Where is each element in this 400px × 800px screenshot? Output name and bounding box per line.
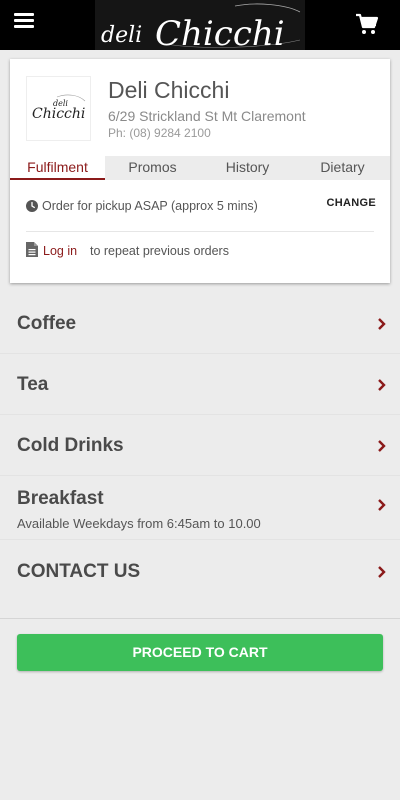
menu-item-breakfast[interactable]: Breakfast Available Weekdays from 6:45am… <box>0 476 400 540</box>
menu-item-cold-drinks[interactable]: Cold Drinks <box>0 415 400 476</box>
svg-text:Chicchi: Chicchi <box>32 106 85 122</box>
chevron-right-icon <box>377 498 387 512</box>
chevron-right-icon <box>377 439 387 453</box>
menu-item-label: Cold Drinks <box>17 435 124 456</box>
top-bar: deli Chicchi <box>0 0 400 50</box>
menu-item-label: Coffee <box>17 313 77 334</box>
menu-item-label: Tea <box>17 374 49 395</box>
menu-item-label: CONTACT US <box>17 561 141 582</box>
login-link[interactable]: Log in <box>43 244 77 258</box>
tab-dietary[interactable]: Dietary <box>295 156 390 180</box>
proceed-to-cart-button[interactable]: PROCEED TO CART <box>17 634 383 671</box>
tab-promos[interactable]: Promos <box>105 156 200 180</box>
tab-fulfilment[interactable]: Fulfilment <box>10 156 105 180</box>
hamburger-menu-icon[interactable] <box>14 13 34 29</box>
chevron-right-icon <box>377 565 387 579</box>
chevron-right-icon <box>377 378 387 392</box>
card-divider <box>26 231 374 232</box>
menu-item-tea[interactable]: Tea <box>0 354 400 415</box>
menu-item-availability: Available Weekdays from 6:45am to 10.00 <box>17 516 261 531</box>
store-address: 6/29 Strickland St Mt Claremont <box>108 108 306 124</box>
menu-item-coffee[interactable]: Coffee <box>0 293 400 354</box>
login-row: Log in to repeat previous orders <box>26 242 376 262</box>
shopping-cart-icon[interactable] <box>355 12 379 36</box>
order-timing-row: Order for pickup ASAP (approx 5 mins) CH… <box>26 197 376 217</box>
store-tabs: Fulfilment Promos History Dietary <box>10 156 390 180</box>
login-hint-text: to repeat previous orders <box>90 244 229 258</box>
store-info-card: deli Chicchi Deli Chicchi 6/29 Stricklan… <box>10 59 390 283</box>
clock-icon <box>26 199 38 212</box>
store-name: Deli Chicchi <box>108 77 230 103</box>
menu-category-list: Coffee Tea Cold Drinks Breakfast Availab… <box>0 293 400 603</box>
menu-item-contact-us[interactable]: CONTACT US <box>0 540 400 603</box>
chevron-right-icon <box>377 317 387 331</box>
list-bottom-divider <box>0 618 400 619</box>
store-logo: deli Chicchi <box>26 76 91 141</box>
store-phone: Ph: (08) 9284 2100 <box>108 126 211 140</box>
tab-history[interactable]: History <box>200 156 295 180</box>
document-icon <box>26 242 38 257</box>
header-logo[interactable]: deli Chicchi <box>95 0 305 50</box>
menu-item-label: Breakfast <box>17 488 104 509</box>
order-timing-text: Order for pickup ASAP (approx 5 mins) <box>42 199 258 213</box>
svg-text:deli: deli <box>101 23 142 48</box>
change-button[interactable]: CHANGE <box>327 197 376 209</box>
svg-text:Chicchi: Chicchi <box>155 14 285 50</box>
